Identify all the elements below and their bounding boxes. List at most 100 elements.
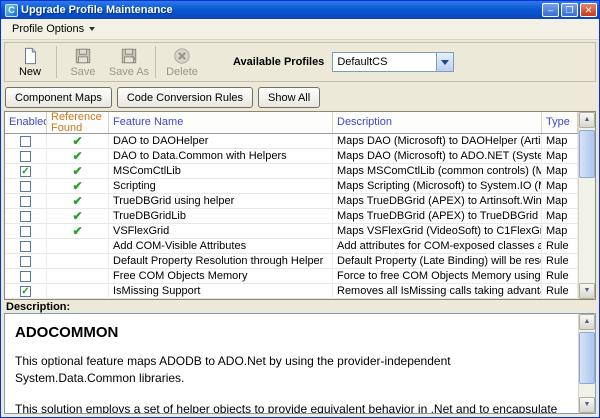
save-as-floppy-icon (119, 47, 139, 65)
chevron-down-icon (441, 60, 449, 65)
description-cell: Maps VSFlexGrid (VideoSoft) to C1FlexGri… (333, 224, 542, 238)
type-cell: Map (542, 224, 578, 238)
toolbar-button-save-as-label: Save As (109, 66, 149, 78)
table-row[interactable]: ✔ VSFlexGrid Maps VSFlexGrid (VideoSoft)… (5, 224, 578, 239)
table-row[interactable]: ✔ DAO to DAOHelper Maps DAO (Microsoft) … (5, 134, 578, 149)
enabled-checkbox[interactable] (20, 196, 31, 207)
reference-found-check-icon: ✔ (72, 135, 82, 147)
toolbar-button-new-label: New (19, 66, 41, 78)
scroll-down-icon[interactable]: ▼ (579, 397, 595, 413)
enabled-checkbox[interactable] (20, 136, 31, 147)
table-row[interactable]: ✔ MSComCtlLib Maps MSComCtlLib (common c… (5, 164, 578, 179)
filter-button-row: Component Maps Code Conversion Rules Sho… (5, 87, 320, 108)
available-profiles-select[interactable]: DefaultCS (332, 52, 454, 72)
description-content: ADOCOMMON This optional feature maps ADO… (5, 314, 578, 413)
reference-found-cell: ✔ (47, 194, 109, 208)
table-row[interactable]: ✔ TrueDBGrid using helper Maps TrueDBGri… (5, 194, 578, 209)
feature-table-inner: Enabled Reference Found Feature Name Des… (5, 112, 578, 299)
column-header-reference-found[interactable]: Reference Found (47, 112, 109, 133)
available-profiles-value: DefaultCS (333, 56, 436, 68)
table-row[interactable]: Add COM-Visible Attributes Add attribute… (5, 239, 578, 254)
enabled-checkbox[interactable] (20, 271, 31, 282)
table-row[interactable]: Free COM Objects Memory Force to free CO… (5, 269, 578, 284)
enabled-cell (5, 134, 47, 148)
reference-found-cell (47, 239, 109, 253)
description-scrollbar-thumb[interactable] (579, 332, 595, 384)
reference-found-cell: ✔ (47, 134, 109, 148)
feature-table: Enabled Reference Found Feature Name Des… (4, 111, 596, 300)
description-heading: ADOCOMMON (15, 324, 568, 341)
enabled-checkbox[interactable] (20, 241, 31, 252)
table-row[interactable]: ✔ DAO to Data.Common with Helpers Maps D… (5, 149, 578, 164)
scroll-up-icon[interactable]: ▲ (579, 112, 595, 128)
feature-name-cell: TrueDBGridLib (109, 209, 333, 223)
enabled-checkbox[interactable] (20, 181, 31, 192)
toolbar-button-save[interactable]: Save (60, 44, 106, 80)
enabled-checkbox[interactable] (20, 286, 31, 297)
feature-name-cell: MSComCtlLib (109, 164, 333, 178)
type-cell: Map (542, 149, 578, 163)
feature-table-header: Enabled Reference Found Feature Name Des… (5, 112, 578, 134)
column-header-description[interactable]: Description (333, 112, 542, 133)
enabled-cell (5, 194, 47, 208)
column-header-type[interactable]: Type (542, 112, 578, 133)
table-row[interactable]: ✔ Scripting Maps Scripting (Microsoft) t… (5, 179, 578, 194)
column-header-feature-name[interactable]: Feature Name (109, 112, 333, 133)
reference-found-cell (47, 284, 109, 298)
minimize-button[interactable]: – (542, 3, 559, 17)
combo-dropdown-button[interactable] (436, 53, 453, 71)
description-cell: Maps TrueDBGrid (APEX) to Artinsoft.Wind… (333, 194, 542, 208)
table-row[interactable]: ✔ TrueDBGridLib Maps TrueDBGrid (APEX) t… (5, 209, 578, 224)
description-cell: Maps DAO (Microsoft) to ADO.NET (System.… (333, 149, 542, 163)
description-cell: Default Property (Late Binding) will be … (333, 254, 542, 268)
enabled-checkbox[interactable] (20, 211, 31, 222)
menu-profile-options[interactable]: Profile Options (5, 21, 102, 37)
description-cell: Force to free COM Objects Memory using a… (333, 269, 542, 283)
column-header-enabled[interactable]: Enabled (5, 112, 47, 133)
feature-name-cell: TrueDBGrid using helper (109, 194, 333, 208)
type-cell: Map (542, 164, 578, 178)
enabled-cell (5, 149, 47, 163)
code-conversion-rules-button[interactable]: Code Conversion Rules (117, 87, 253, 108)
maximize-button[interactable]: ❐ (561, 3, 578, 17)
enabled-checkbox[interactable] (20, 226, 31, 237)
reference-found-cell: ✔ (47, 224, 109, 238)
reference-found-check-icon: ✔ (72, 225, 82, 237)
enabled-cell (5, 179, 47, 193)
toolbar-button-new[interactable]: New (7, 44, 53, 80)
toolbar-button-save-as[interactable]: Save As (106, 44, 152, 80)
description-paragraph: This solution employs a set of helper ob… (15, 401, 568, 413)
component-maps-button[interactable]: Component Maps (5, 87, 112, 108)
feature-name-cell: IsMissing Support (109, 284, 333, 298)
type-cell: Map (542, 134, 578, 148)
table-row[interactable]: IsMissing Support Removes all IsMissing … (5, 284, 578, 299)
enabled-checkbox[interactable] (20, 166, 31, 177)
reference-found-cell: ✔ (47, 164, 109, 178)
description-cell: Add attributes for COM-exposed classes a… (333, 239, 542, 253)
description-scrollbar[interactable]: ▲ ▼ (578, 314, 595, 413)
table-row[interactable]: Default Property Resolution through Help… (5, 254, 578, 269)
feature-name-cell: VSFlexGrid (109, 224, 333, 238)
app-icon: C (5, 4, 18, 17)
table-scrollbar-thumb[interactable] (579, 130, 595, 178)
close-button[interactable]: ✕ (580, 3, 597, 17)
save-floppy-icon (73, 47, 93, 65)
enabled-checkbox[interactable] (20, 256, 31, 267)
description-cell: Removes all IsMissing calls taking advan… (333, 284, 542, 298)
window-title: Upgrade Profile Maintenance (21, 4, 540, 16)
scroll-up-icon[interactable]: ▲ (579, 314, 595, 330)
type-cell: Rule (542, 269, 578, 283)
menu-bar: Profile Options (1, 19, 599, 40)
upgrade-profile-maintenance-window: C Upgrade Profile Maintenance – ❐ ✕ Prof… (0, 0, 600, 418)
toolbar-button-delete[interactable]: Delete (159, 44, 205, 80)
enabled-checkbox[interactable] (20, 151, 31, 162)
scroll-down-icon[interactable]: ▼ (579, 283, 595, 299)
show-all-button[interactable]: Show All (258, 87, 320, 108)
toolbar-button-delete-label: Delete (166, 66, 198, 78)
reference-found-check-icon: ✔ (72, 150, 82, 162)
enabled-cell (5, 239, 47, 253)
table-scrollbar[interactable]: ▲ ▼ (578, 112, 595, 299)
toolbar: New Save Save As Delete Available Profil… (4, 42, 596, 82)
type-cell: Map (542, 209, 578, 223)
toolbar-separator (56, 46, 57, 78)
